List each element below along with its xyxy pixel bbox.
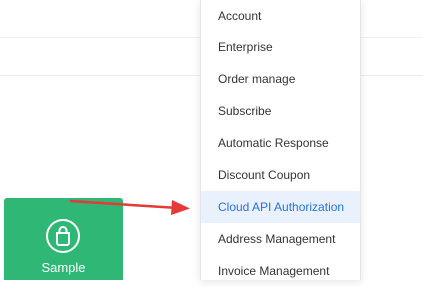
account-dropdown-menu: Account Enterprise Order manage Subscrib… <box>200 0 361 280</box>
menu-item-order-manage[interactable]: Order manage <box>201 63 360 95</box>
menu-item-enterprise[interactable]: Enterprise <box>201 31 360 63</box>
menu-item-invoice-management[interactable]: Invoice Management <box>201 255 360 287</box>
menu-item-automatic-response[interactable]: Automatic Response <box>201 127 360 159</box>
menu-item-address-management[interactable]: Address Management <box>201 223 360 255</box>
red-arrow-icon <box>70 199 190 215</box>
menu-item-cloud-api-authorization[interactable]: Cloud API Authorization <box>201 191 360 223</box>
menu-item-subscribe[interactable]: Subscribe <box>201 95 360 127</box>
menu-item-account[interactable]: Account <box>201 0 360 32</box>
menu-item-discount-coupon[interactable]: Discount Coupon <box>201 159 360 191</box>
shopping-bag-icon <box>46 219 80 253</box>
sample-tile-label: Sample <box>41 260 86 275</box>
